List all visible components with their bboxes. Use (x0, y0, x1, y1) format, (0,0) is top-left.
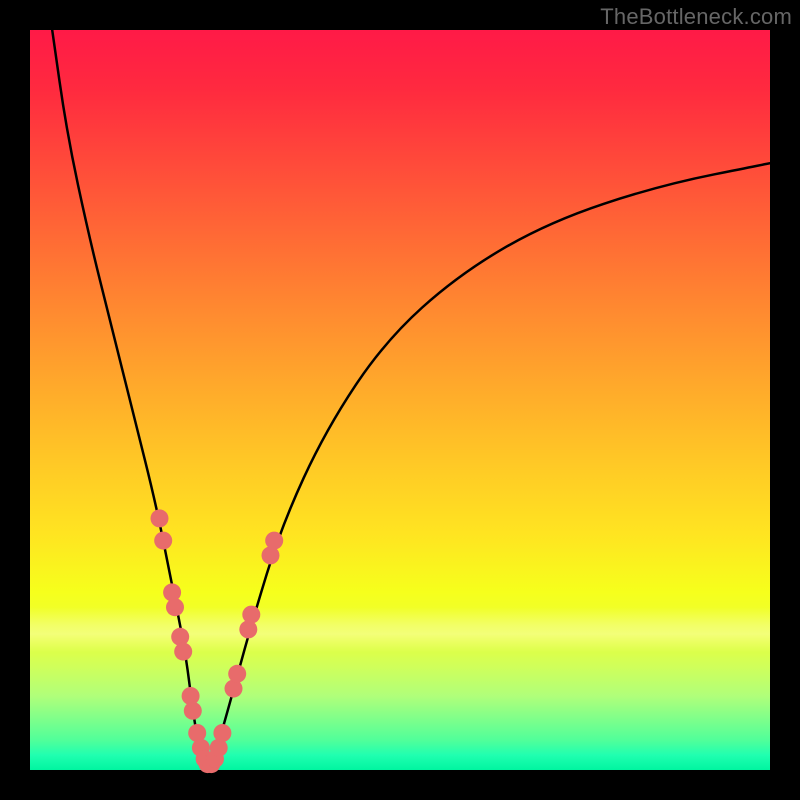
series-marker (265, 532, 283, 550)
series-marker (154, 532, 172, 550)
bottleneck-curve (52, 30, 770, 766)
series-marker (171, 628, 189, 646)
marker-group (151, 509, 284, 773)
figure-frame: TheBottleneck.com (0, 0, 800, 800)
series-marker (228, 665, 246, 683)
curve-svg (30, 30, 770, 770)
series-marker (166, 598, 184, 616)
series-marker (239, 620, 257, 638)
series-marker (151, 509, 169, 527)
series-marker (213, 724, 231, 742)
series-marker (184, 702, 202, 720)
series-marker (242, 606, 260, 624)
plot-area (30, 30, 770, 770)
series-marker (174, 643, 192, 661)
watermark-text: TheBottleneck.com (600, 4, 792, 30)
